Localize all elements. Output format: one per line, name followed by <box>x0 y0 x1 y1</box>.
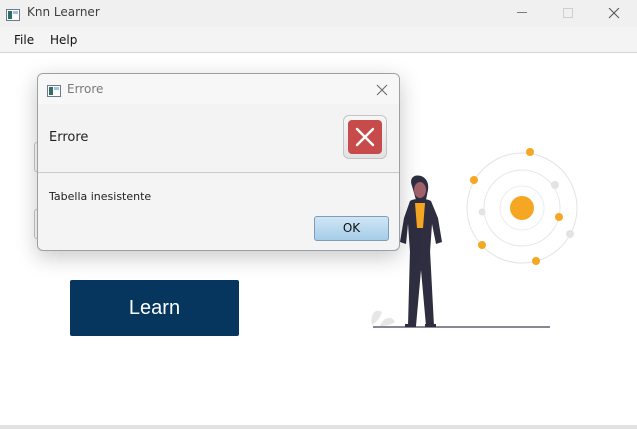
dialog-title-bar[interactable]: Errore <box>38 74 399 104</box>
app-icon <box>6 6 20 21</box>
minimize-button[interactable] <box>499 0 545 27</box>
window-bottom-edge <box>0 425 637 429</box>
menu-help[interactable]: Help <box>50 33 77 47</box>
dialog-close-button[interactable] <box>375 82 389 96</box>
dialog-header: Errore <box>38 104 399 173</box>
menu-bar: File Help <box>0 27 637 53</box>
close-icon <box>608 8 620 19</box>
menu-file[interactable]: File <box>14 33 34 47</box>
error-dialog: Errore Errore Tabella inesistente OK <box>37 73 400 251</box>
maximize-icon <box>563 8 573 18</box>
maximize-button[interactable] <box>545 0 591 27</box>
dialog-header-text: Errore <box>49 130 89 145</box>
minimize-icon <box>517 12 527 13</box>
error-x-icon <box>343 115 387 159</box>
window-title: Knn Learner <box>27 5 100 19</box>
close-icon <box>376 84 388 96</box>
app-window: Knn Learner File Help Learn Errore Error… <box>0 0 637 429</box>
ok-button[interactable]: OK <box>314 216 389 241</box>
close-button[interactable] <box>591 0 637 27</box>
app-icon <box>47 82 61 97</box>
title-bar[interactable]: Knn Learner <box>0 0 637 27</box>
dialog-message: Tabella inesistente <box>49 190 152 203</box>
learn-button[interactable]: Learn <box>70 280 239 336</box>
dialog-title: Errore <box>67 82 104 96</box>
